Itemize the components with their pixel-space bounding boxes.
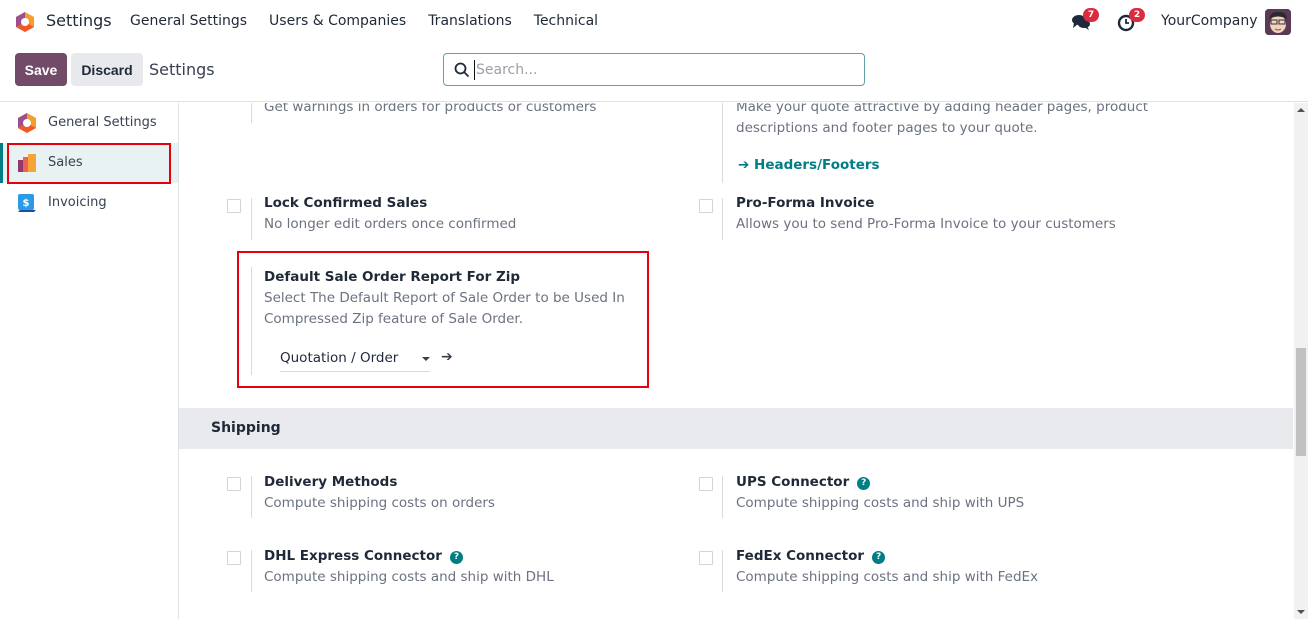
pro-forma-invoice-checkbox[interactable] xyxy=(699,199,713,213)
setting-title: FedEx Connector? xyxy=(736,548,886,564)
dhl-connector-checkbox[interactable] xyxy=(227,551,241,565)
setting-divider xyxy=(722,476,723,518)
quotation-builder-desc-line1: Make your quote attractive by adding hea… xyxy=(736,103,1149,115)
setting-desc: No longer edit orders once confirmed xyxy=(264,216,517,232)
quotation-builder-desc-line2: descriptions and footer pages to your qu… xyxy=(736,120,1038,136)
setting-divider xyxy=(722,103,723,183)
main-menu: General Settings Users & Companies Trans… xyxy=(130,13,620,29)
search-bar[interactable] xyxy=(443,53,865,86)
warnings-setting-desc: Get warnings in orders for products or c… xyxy=(264,103,597,115)
user-avatar[interactable] xyxy=(1265,9,1291,35)
delivery-methods-checkbox[interactable] xyxy=(227,477,241,491)
messages-button[interactable]: 7 xyxy=(1071,8,1099,32)
search-icon xyxy=(454,62,470,78)
setting-divider xyxy=(722,198,723,240)
sidebar-item-label: Invoicing xyxy=(48,195,107,210)
search-input[interactable] xyxy=(474,60,854,80)
setting-desc-line2: Compressed Zip feature of Sale Order. xyxy=(264,311,523,327)
discard-button[interactable]: Discard xyxy=(71,53,143,86)
help-icon[interactable]: ? xyxy=(449,551,463,564)
settings-app-icon xyxy=(18,113,36,133)
setting-desc: Allows you to send Pro-Forma Invoice to … xyxy=(736,216,1116,232)
save-button[interactable]: Save xyxy=(15,53,67,86)
menu-technical[interactable]: Technical xyxy=(534,13,598,29)
content-scrollbar[interactable] xyxy=(1294,103,1308,619)
app-title[interactable]: Settings xyxy=(46,11,112,30)
messages-count-badge: 7 xyxy=(1083,8,1099,22)
help-icon[interactable]: ? xyxy=(857,477,871,490)
menu-translations[interactable]: Translations xyxy=(428,13,512,29)
control-panel: Save Discard Settings xyxy=(0,44,1308,102)
scrollbar-thumb[interactable] xyxy=(1296,348,1306,456)
setting-title: Default Sale Order Report For Zip xyxy=(264,269,521,285)
activities-count-badge: 2 xyxy=(1129,8,1145,22)
sales-app-icon xyxy=(18,154,36,172)
setting-divider xyxy=(251,476,252,518)
activities-button[interactable]: 2 xyxy=(1117,8,1145,32)
section-title: Shipping xyxy=(211,420,281,436)
setting-title-text: DHL Express Connector xyxy=(264,548,442,564)
scroll-up-arrow-icon[interactable] xyxy=(1297,108,1305,112)
setting-title: Lock Confirmed Sales xyxy=(264,195,428,211)
setting-title-text: FedEx Connector xyxy=(736,548,865,564)
arrow-right-icon: ➔ xyxy=(738,157,750,173)
headers-footers-link[interactable]: ➔ Headers/Footers xyxy=(738,157,880,173)
setting-desc: Compute shipping costs and ship with DHL xyxy=(264,569,554,585)
setting-title-text: UPS Connector xyxy=(736,474,850,490)
setting-desc: Compute shipping costs and ship with Fed… xyxy=(736,569,1039,585)
setting-title: Pro-Forma Invoice xyxy=(736,195,875,211)
chevron-down-icon xyxy=(422,357,430,361)
help-icon[interactable]: ? xyxy=(872,551,886,564)
menu-users-companies[interactable]: Users & Companies xyxy=(269,13,406,29)
headers-footers-label: Headers/Footers xyxy=(754,157,880,173)
menu-general-settings[interactable]: General Settings xyxy=(130,13,247,29)
sidebar-item-label: General Settings xyxy=(48,115,157,130)
setting-desc: Compute shipping costs and ship with UPS xyxy=(736,495,1025,511)
setting-desc-line1: Select The Default Report of Sale Order … xyxy=(264,290,625,306)
zip-report-selected-value: Quotation / Order xyxy=(280,350,399,366)
setting-desc: Compute shipping costs on orders xyxy=(264,495,495,511)
user-avatar-icon xyxy=(1265,9,1291,35)
ups-connector-checkbox[interactable] xyxy=(699,477,713,491)
setting-divider xyxy=(251,198,252,240)
lock-confirmed-sales-checkbox[interactable] xyxy=(227,199,241,213)
setting-title: DHL Express Connector? xyxy=(264,548,463,564)
invoicing-app-icon: $ xyxy=(18,194,36,212)
setting-divider xyxy=(251,550,252,592)
top-navbar: Settings General Settings Users & Compan… xyxy=(0,0,1308,44)
odoo-settings-logo-icon[interactable] xyxy=(14,11,36,33)
shipping-section-header: Shipping xyxy=(179,408,1293,449)
setting-divider xyxy=(251,103,252,123)
sidebar-item-general-settings[interactable]: General Settings xyxy=(0,103,178,143)
breadcrumb: Settings xyxy=(149,60,215,79)
settings-content: Get warnings in orders for products or c… xyxy=(179,103,1293,619)
settings-sidebar: General Settings Sales $ Invoicing xyxy=(0,103,179,619)
zip-report-select[interactable]: Quotation / Order xyxy=(280,348,430,372)
setting-title: Delivery Methods xyxy=(264,474,398,490)
sidebar-item-label: Sales xyxy=(48,155,83,170)
setting-divider xyxy=(251,267,252,375)
company-switcher[interactable]: YourCompany xyxy=(1161,13,1258,29)
sidebar-item-sales[interactable]: Sales xyxy=(0,143,178,183)
svg-text:$: $ xyxy=(23,198,30,209)
fedex-connector-checkbox[interactable] xyxy=(699,551,713,565)
setting-title: UPS Connector? xyxy=(736,474,871,490)
sidebar-item-invoicing[interactable]: $ Invoicing xyxy=(0,183,178,223)
setting-divider xyxy=(722,550,723,592)
scroll-down-arrow-icon[interactable] xyxy=(1297,610,1305,614)
open-record-arrow-icon[interactable]: ➔ xyxy=(441,349,453,365)
